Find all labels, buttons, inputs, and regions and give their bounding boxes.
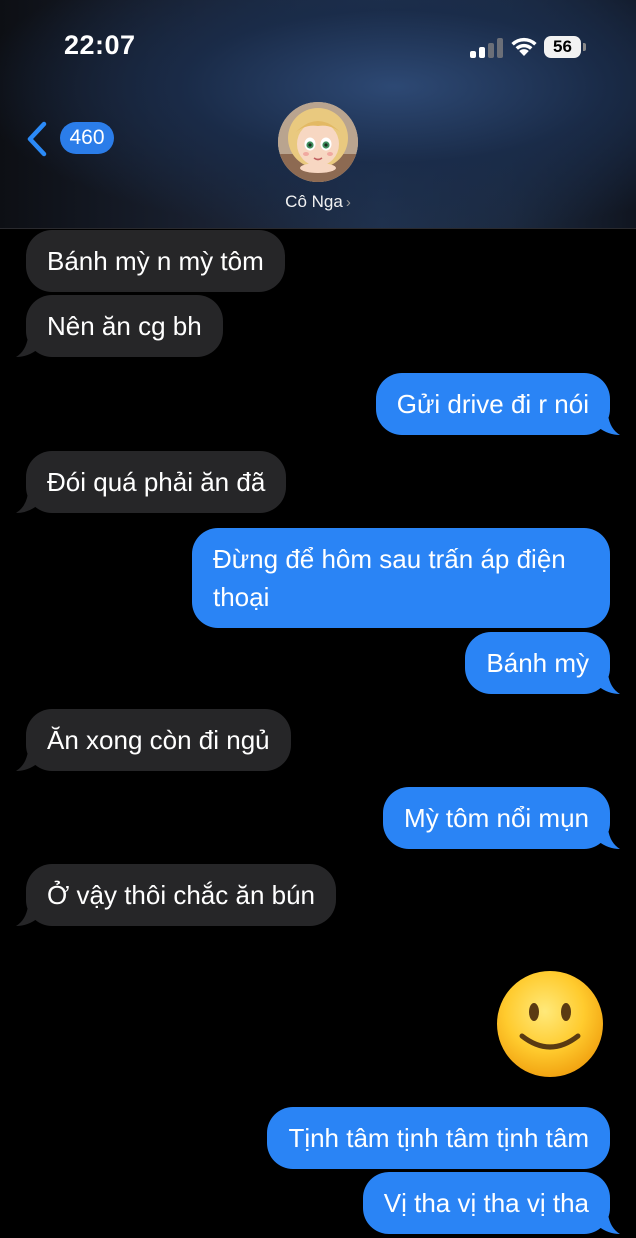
message-bubble-incoming[interactable]: Bánh mỳ n mỳ tôm xyxy=(26,230,285,292)
bubble-tail-outgoing xyxy=(598,415,620,435)
message-bubble-incoming[interactable]: Đói quá phải ăn đã xyxy=(26,451,287,513)
slightly-smiling-face-emoji[interactable] xyxy=(494,968,606,1080)
message-bubble-outgoing[interactable]: Mỳ tôm nổi mụn xyxy=(383,787,610,849)
bubble-tail-incoming xyxy=(16,906,38,926)
cellular-signal-icon xyxy=(470,36,504,58)
unread-count-badge[interactable]: 460 xyxy=(60,122,114,154)
message-bubble-outgoing[interactable]: Vị tha vị tha vị tha xyxy=(362,1172,610,1234)
chevron-right-icon: › xyxy=(345,194,351,211)
bubble-tail-incoming xyxy=(16,337,38,357)
bubble-tail-incoming xyxy=(16,493,38,513)
bubble-tail-outgoing xyxy=(598,829,620,849)
avatar-illustration xyxy=(278,102,358,182)
status-time: 22:07 xyxy=(64,30,136,60)
conversation-header: 22:07 56 460 Cô Nga › xyxy=(0,0,636,229)
message-bubble-incoming[interactable]: Nên ăn cg bh xyxy=(26,295,223,357)
back-chevron-icon[interactable] xyxy=(24,120,50,158)
bubble-tail-outgoing xyxy=(598,674,620,694)
message-bubble-outgoing[interactable]: Đừng để hôm sau trấn áp điện thoại xyxy=(192,528,610,628)
battery-indicator: 56 xyxy=(544,36,581,58)
message-bubble-outgoing[interactable]: Tịnh tâm tịnh tâm tịnh tâm xyxy=(267,1107,610,1169)
contact-name-label[interactable]: Cô Nga xyxy=(285,192,343,211)
contact-avatar[interactable] xyxy=(278,102,358,182)
wifi-icon xyxy=(511,37,537,56)
message-bubble-outgoing[interactable]: Gửi drive đi r nói xyxy=(375,373,610,435)
contact-name[interactable]: Cô Nga › xyxy=(0,192,636,212)
message-bubble-incoming[interactable]: Ăn xong còn đi ngủ xyxy=(26,709,291,771)
bubble-tail-incoming xyxy=(16,751,38,771)
battery-tip xyxy=(583,43,586,51)
message-bubble-incoming[interactable]: Ở vậy thôi chắc ăn bún xyxy=(26,864,337,926)
message-bubble-outgoing[interactable]: Bánh mỳ xyxy=(465,632,610,694)
bubble-tail-outgoing xyxy=(598,1214,620,1234)
